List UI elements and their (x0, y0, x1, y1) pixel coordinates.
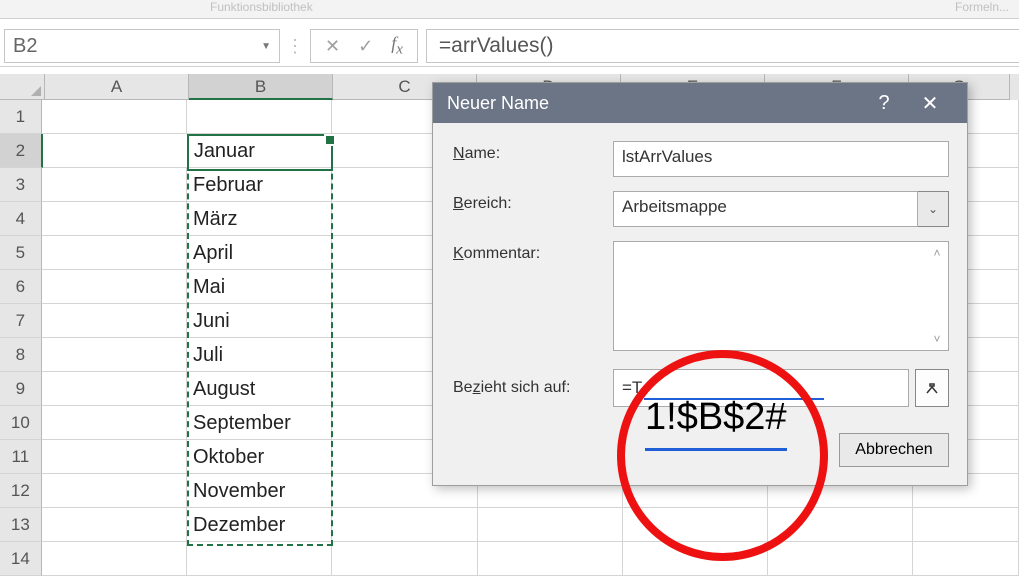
cell-B14[interactable] (187, 542, 332, 576)
row-header-8[interactable]: 8 (0, 338, 42, 372)
cell-B7[interactable]: Juni (187, 304, 332, 338)
cell-D13[interactable] (478, 508, 623, 542)
row-13: 13 Dezember (0, 508, 1019, 542)
dialog-titlebar[interactable]: Neuer Name ? ✕ (433, 83, 967, 123)
cell-B6[interactable]: Mai (187, 270, 332, 304)
comment-label: Kommentar: (453, 241, 613, 263)
cell-A13[interactable] (42, 508, 187, 542)
scope-dropdown-icon[interactable]: ⌄ (918, 191, 949, 227)
cell-G14[interactable] (913, 542, 1019, 576)
refers-to-field[interactable]: =T (613, 369, 909, 407)
cell-A1[interactable] (42, 100, 187, 134)
row-header-9[interactable]: 9 (0, 372, 42, 406)
name-box[interactable]: B2 ▼ (4, 29, 280, 63)
cell-F14[interactable] (768, 542, 913, 576)
cell-A10[interactable] (42, 406, 187, 440)
column-header-b[interactable]: B (189, 74, 333, 100)
refers-to-label: Bezieht sich auf: (453, 379, 613, 397)
cell-B9[interactable]: August (187, 372, 332, 406)
column-header-a[interactable]: A (45, 74, 189, 100)
row-header-3[interactable]: 3 (0, 168, 42, 202)
row-header-7[interactable]: 7 (0, 304, 42, 338)
row-header-14[interactable]: 14 (0, 542, 42, 576)
cell-E14[interactable] (623, 542, 768, 576)
fx-icon[interactable]: fx (391, 33, 403, 59)
cell-D14[interactable] (478, 542, 623, 576)
cell-A7[interactable] (42, 304, 187, 338)
cell-A6[interactable] (42, 270, 187, 304)
ribbon-group-right: Formeln... (955, 0, 1009, 14)
cancel-button[interactable]: Abbrechen (839, 433, 949, 467)
formula-input[interactable]: =arrValues() (426, 29, 1019, 63)
scope-label: Bereich: (453, 191, 613, 213)
row-header-13[interactable]: 13 (0, 508, 42, 542)
cell-B8[interactable]: Juli (187, 338, 332, 372)
row-header-6[interactable]: 6 (0, 270, 42, 304)
collapse-dialog-icon[interactable] (915, 369, 949, 407)
new-name-dialog: Neuer Name ? ✕ Name: lstArrValues Bereic… (432, 82, 968, 486)
cell-B10[interactable]: September (187, 406, 332, 440)
ribbon-group-left: Funktionsbibliothek (210, 0, 313, 14)
cell-F13[interactable] (768, 508, 913, 542)
row-header-4[interactable]: 4 (0, 202, 42, 236)
help-button[interactable]: ? (861, 92, 907, 115)
name-box-value: B2 (13, 35, 37, 58)
cell-B5[interactable]: April (187, 236, 332, 270)
accept-icon[interactable]: ✓ (358, 36, 373, 57)
formula-bar-controls: ✕ ✓ fx (310, 29, 418, 63)
dialog-title: Neuer Name (447, 93, 861, 114)
formula-bar: B2 ▼ ⋮ ✕ ✓ fx =arrValues() (0, 26, 1019, 67)
row-14: 14 (0, 542, 1019, 576)
cell-B1[interactable] (187, 100, 332, 134)
cell-B13[interactable]: Dezember (187, 508, 332, 542)
cell-A8[interactable] (42, 338, 187, 372)
cell-G13[interactable] (913, 508, 1019, 542)
cell-B11[interactable]: Oktober (187, 440, 332, 474)
close-button[interactable]: ✕ (907, 91, 953, 116)
cell-C13[interactable] (332, 508, 477, 542)
row-header-10[interactable]: 10 (0, 406, 42, 440)
cell-B12[interactable]: November (187, 474, 332, 508)
comment-field[interactable]: ˄ ˅ (613, 241, 949, 351)
cell-A12[interactable] (42, 474, 187, 508)
row-header-5[interactable]: 5 (0, 236, 42, 270)
cell-A14[interactable] (42, 542, 187, 576)
row-header-12[interactable]: 12 (0, 474, 42, 508)
cell-B4[interactable]: März (187, 202, 332, 236)
cancel-icon[interactable]: ✕ (325, 36, 340, 57)
cell-C14[interactable] (332, 542, 477, 576)
name-label: Name: (453, 141, 613, 163)
cell-E13[interactable] (623, 508, 768, 542)
cell-A3[interactable] (42, 168, 187, 202)
cell-A4[interactable] (42, 202, 187, 236)
cell-A11[interactable] (42, 440, 187, 474)
scroll-up-icon[interactable]: ˄ (928, 244, 946, 262)
row-header-2[interactable]: 2 (0, 134, 43, 168)
row-header-11[interactable]: 11 (0, 440, 42, 474)
formula-bar-separator: ⋮ (280, 36, 310, 57)
scroll-down-icon[interactable]: ˅ (928, 330, 946, 348)
name-field[interactable]: lstArrValues (613, 141, 949, 177)
cell-A9[interactable] (42, 372, 187, 406)
name-box-dropdown-icon[interactable]: ▼ (261, 41, 271, 52)
cell-B3[interactable]: Februar (187, 168, 332, 202)
refers-left: =T (622, 374, 642, 402)
formula-text: =arrValues() (439, 34, 554, 58)
cell-A5[interactable] (42, 236, 187, 270)
scope-select[interactable]: Arbeitsmappe (613, 191, 918, 227)
cell-A2[interactable] (43, 134, 188, 168)
row-header-1[interactable]: 1 (0, 100, 42, 134)
select-all-corner[interactable] (0, 74, 45, 100)
cell-B2[interactable]: Januar (188, 134, 333, 168)
